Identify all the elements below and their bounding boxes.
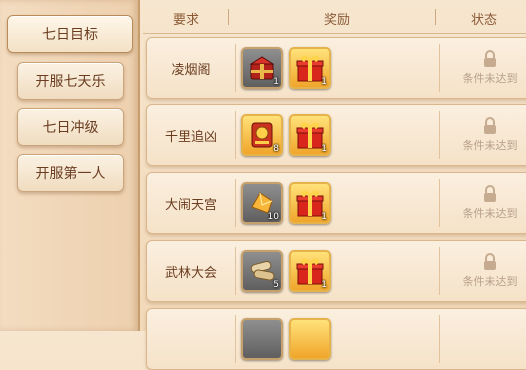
table-header: 要求 奖励 状态	[143, 0, 526, 34]
gift-box-icon[interactable]: 1	[289, 47, 331, 89]
gold-crystal-icon[interactable]: 10	[241, 182, 283, 224]
status-text: 条件未达到	[462, 207, 518, 220]
header-divider	[228, 9, 229, 25]
status-text: 条件未达到	[462, 275, 518, 288]
row-divider	[235, 179, 236, 227]
row-divider	[439, 315, 440, 363]
reward-count: 5	[273, 280, 279, 290]
row-divider	[439, 44, 440, 92]
row-requirement: 大闹天宫	[164, 197, 217, 213]
gift-box-icon[interactable]: 1	[289, 250, 331, 292]
row-divider	[235, 247, 236, 295]
gift-box-icon[interactable]: 1	[289, 182, 331, 224]
sidebar-item-server-first[interactable]: 开服第一人	[17, 154, 124, 192]
header-rule	[143, 33, 526, 34]
table-row: 凌烟阁 1 1 条件未达到	[146, 37, 526, 99]
table-row	[146, 308, 526, 370]
reward-count: 8	[273, 144, 279, 154]
row-divider	[439, 111, 440, 159]
status-text: 条件未达到	[462, 139, 518, 152]
reward-count: 1	[273, 77, 279, 87]
sidebar-item-label: 开服七天乐	[35, 74, 106, 90]
token-scroll-icon[interactable]: 8	[241, 114, 283, 156]
reward-count: 1	[321, 144, 327, 154]
lock-icon	[484, 50, 496, 67]
sidebar-item-server-seven-day[interactable]: 开服七天乐	[17, 62, 124, 100]
lock-icon	[484, 117, 496, 134]
sidebar-item-seven-day-level[interactable]: 七日冲级	[17, 108, 124, 146]
lock-icon	[484, 253, 496, 270]
reward-item-slot[interactable]	[241, 318, 283, 360]
row-requirement: 武林大会	[164, 265, 217, 281]
status-cell: 条件未达到	[443, 173, 526, 233]
row-divider	[235, 44, 236, 92]
row-divider	[235, 315, 236, 363]
reward-count: 10	[267, 212, 279, 222]
gift-box-icon[interactable]	[289, 318, 331, 360]
row-requirement: 千里追凶	[164, 129, 217, 145]
row-divider	[439, 247, 440, 295]
table-row: 千里追凶 8 1 条件未达到	[146, 104, 526, 166]
status-cell: 条件未达到	[443, 241, 526, 301]
sidebar-item-label: 七日冲级	[42, 120, 99, 136]
reward-count: 1	[321, 77, 327, 87]
header-reward: 奖励	[324, 13, 351, 28]
status-cell: 条件未达到	[443, 105, 526, 165]
red-treasure-chest-icon[interactable]: 1	[241, 47, 283, 89]
sidebar-item-label: 七日目标	[42, 27, 98, 43]
status-cell: 条件未达到	[443, 38, 526, 98]
lock-icon	[484, 185, 496, 202]
gift-box-icon[interactable]: 1	[289, 114, 331, 156]
reward-count: 1	[321, 212, 327, 222]
sidebar-item-seven-day-goal[interactable]: 七日目标	[7, 15, 133, 53]
scroll-bundle-icon[interactable]: 5	[241, 250, 283, 292]
row-requirement: 凌烟阁	[171, 62, 211, 78]
header-divider	[435, 9, 436, 25]
header-require: 要求	[173, 13, 200, 28]
table-row: 武林大会 5 1 条件未达到	[146, 240, 526, 302]
header-status: 状态	[471, 13, 498, 28]
sidebar: 七日目标 开服七天乐 七日冲级 开服第一人	[0, 0, 140, 331]
row-divider	[235, 111, 236, 159]
sidebar-item-label: 开服第一人	[35, 166, 106, 182]
status-text: 条件未达到	[462, 72, 518, 85]
reward-count: 1	[321, 280, 327, 290]
table-row: 大闹天宫 10 1 条件未达到	[146, 172, 526, 234]
row-divider	[439, 179, 440, 227]
